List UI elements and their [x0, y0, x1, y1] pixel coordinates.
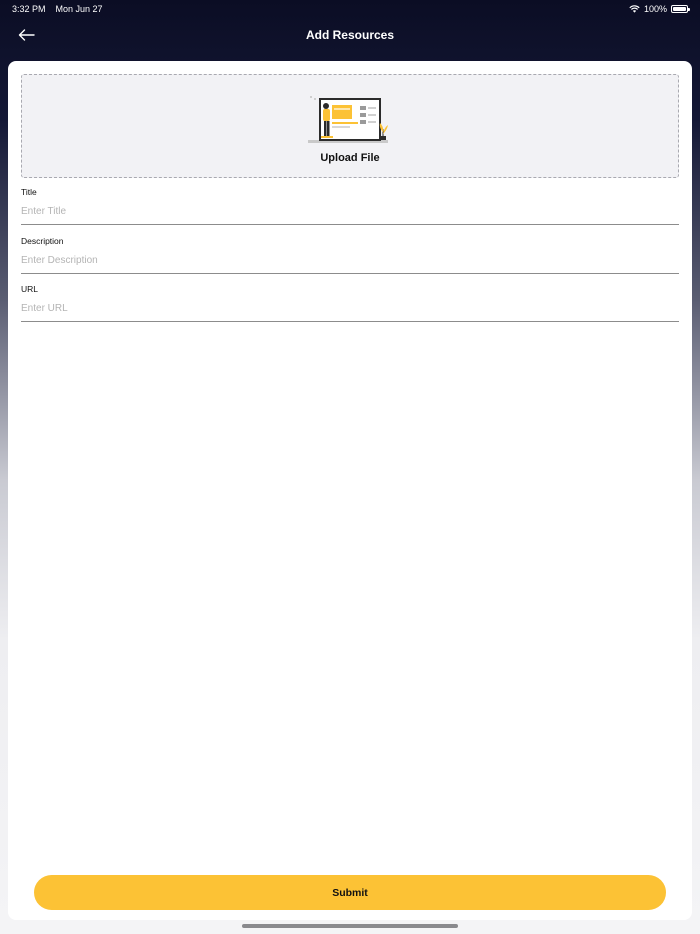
submit-button[interactable]: Submit — [34, 875, 666, 910]
url-label: URL — [21, 284, 39, 294]
status-time: 3:32 PM — [12, 4, 46, 14]
status-right: 100% — [629, 4, 690, 14]
url-field-group: URL — [21, 284, 679, 322]
arrow-left-icon — [18, 29, 35, 41]
upload-illustration — [308, 96, 388, 143]
upload-file-area[interactable]: Upload File — [21, 74, 679, 178]
title-field-group: Title — [21, 187, 679, 225]
title-input[interactable] — [21, 197, 679, 225]
url-input[interactable] — [21, 294, 679, 322]
description-field-group: Description — [21, 236, 679, 274]
home-indicator[interactable] — [242, 924, 458, 928]
upload-file-label: Upload File — [320, 152, 380, 164]
form-card: Upload File Title Description URL Submit — [8, 61, 692, 920]
battery-icon — [671, 5, 690, 13]
title-label: Title — [21, 187, 37, 197]
description-input[interactable] — [21, 246, 679, 274]
wifi-icon — [629, 5, 640, 13]
back-button[interactable] — [14, 24, 38, 46]
battery-percent: 100% — [643, 4, 667, 14]
nav-bar: Add Resources — [0, 18, 700, 52]
page-title: Add Resources — [305, 28, 395, 42]
status-date: Mon Jun 27 — [55, 4, 103, 14]
description-label: Description — [21, 236, 64, 246]
status-left: 3:32 PM Mon Jun 27 — [12, 4, 103, 14]
status-bar: 3:32 PM Mon Jun 27 100% — [0, 0, 700, 18]
battery-level — [673, 7, 686, 11]
